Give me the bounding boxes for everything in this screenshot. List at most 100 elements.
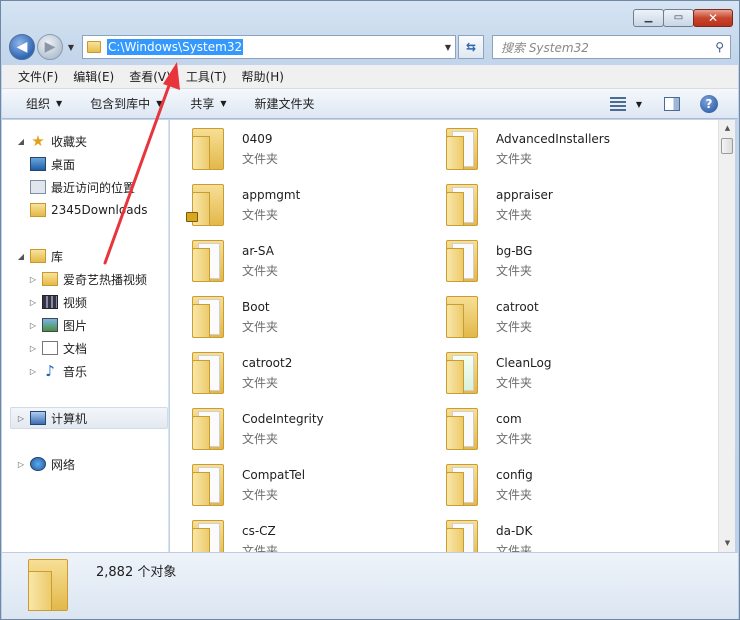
folder-name: com xyxy=(496,412,522,426)
folder-type: 文件夹 xyxy=(496,208,533,222)
expand-arrow-icon[interactable]: ▷ xyxy=(28,344,38,353)
address-path[interactable]: C:\Windows\System32 xyxy=(107,39,244,55)
refresh-button[interactable]: ⇆ xyxy=(458,35,484,59)
folder-item[interactable]: catroot2 文件夹 xyxy=(170,344,420,400)
folder-icon xyxy=(444,238,480,284)
folder-icon xyxy=(190,294,226,340)
folder-icon xyxy=(87,41,101,53)
recent-places-icon xyxy=(30,180,46,194)
expand-arrow-icon[interactable]: ▷ xyxy=(16,414,26,423)
folder-icon xyxy=(444,350,480,396)
nav-music[interactable]: ▷ ♪ 音乐 xyxy=(28,361,87,381)
chevron-down-icon: ▼ xyxy=(156,99,163,108)
nav-libraries[interactable]: ◢ 库 xyxy=(16,246,63,266)
recent-pages-dropdown[interactable]: ▼ xyxy=(64,43,78,52)
search-input[interactable]: 搜索 System32 xyxy=(501,39,589,56)
folder-item[interactable]: ar-SA 文件夹 xyxy=(170,232,420,288)
nav-pictures[interactable]: ▷ 图片 xyxy=(28,315,87,335)
menu-tools[interactable]: 工具(T) xyxy=(186,68,227,85)
folder-item[interactable]: 0409 文件夹 xyxy=(170,120,420,176)
preview-pane-icon[interactable] xyxy=(664,97,680,111)
address-dropdown-icon[interactable]: ▼ xyxy=(441,43,455,52)
menu-view[interactable]: 查看(V) xyxy=(129,68,171,85)
nav-network[interactable]: ▷ 网络 xyxy=(16,454,75,474)
folder-item[interactable]: bg-BG 文件夹 xyxy=(424,232,674,288)
computer-icon xyxy=(30,411,46,425)
nav-iqiyi[interactable]: ▷ 爱奇艺热播视频 xyxy=(28,269,147,289)
menu-help[interactable]: 帮助(H) xyxy=(242,68,284,85)
folder-item[interactable]: appraiser 文件夹 xyxy=(424,176,674,232)
scroll-thumb[interactable] xyxy=(721,138,733,154)
menu-bar: 文件(F) 编辑(E) 查看(V) 工具(T) 帮助(H) xyxy=(2,65,738,89)
vertical-scrollbar[interactable]: ▲ ▼ xyxy=(718,120,735,552)
minimize-button[interactable]: ▁ xyxy=(633,9,664,27)
expand-toggle-icon[interactable]: ◢ xyxy=(16,252,26,261)
nav-computer[interactable]: ▷ 计算机 xyxy=(16,408,87,428)
folder-item[interactable]: catroot 文件夹 xyxy=(424,288,674,344)
forward-button[interactable]: ▶ xyxy=(37,34,63,60)
video-icon xyxy=(42,295,58,309)
folder-icon xyxy=(186,182,226,228)
folder-type: 文件夹 xyxy=(496,488,533,502)
nav-documents[interactable]: ▷ 文档 xyxy=(28,338,87,358)
folder-icon xyxy=(444,182,480,228)
folder-icon xyxy=(444,126,480,172)
expand-arrow-icon[interactable]: ▷ xyxy=(28,367,38,376)
expand-arrow-icon[interactable]: ▷ xyxy=(28,275,38,284)
network-icon xyxy=(30,457,46,471)
folder-item[interactable]: cs-CZ 文件夹 xyxy=(170,512,420,552)
close-button[interactable]: ✕ xyxy=(693,9,733,27)
expand-arrow-icon[interactable]: ▷ xyxy=(28,298,38,307)
chevron-down-icon: ▼ xyxy=(56,99,63,108)
expand-arrow-icon[interactable]: ▷ xyxy=(28,321,38,330)
share-button[interactable]: 共享 ▼ xyxy=(190,95,226,112)
library-icon xyxy=(30,249,46,263)
change-view-icon[interactable] xyxy=(609,97,626,111)
folder-item[interactable]: da-DK 文件夹 xyxy=(424,512,674,552)
expand-toggle-icon[interactable]: ◢ xyxy=(16,137,26,146)
expand-arrow-icon[interactable]: ▷ xyxy=(16,460,26,469)
new-folder-button[interactable]: 新建文件夹 xyxy=(255,95,315,112)
folder-name: AdvancedInstallers xyxy=(496,132,610,146)
folder-icon xyxy=(444,462,480,508)
folder-item[interactable]: CodeIntegrity 文件夹 xyxy=(170,400,420,456)
folder-type: 文件夹 xyxy=(496,152,533,166)
folder-type: 文件夹 xyxy=(496,376,533,390)
nav-recent[interactable]: 最近访问的位置 xyxy=(26,177,135,197)
folder-item[interactable]: appmgmt 文件夹 xyxy=(170,176,420,232)
folder-icon xyxy=(30,203,46,217)
nav-videos[interactable]: ▷ 视频 xyxy=(28,292,87,312)
navigation-bar: ◀ ▶ ▼ C:\Windows\System32 ▼ ⇆ 搜索 System3… xyxy=(9,33,731,61)
folder-item[interactable]: config 文件夹 xyxy=(424,456,674,512)
folder-item[interactable]: CleanLog 文件夹 xyxy=(424,344,674,400)
folder-item[interactable]: com 文件夹 xyxy=(424,400,674,456)
nav-label: 图片 xyxy=(63,318,88,333)
scroll-down-icon[interactable]: ▼ xyxy=(719,535,736,552)
folder-name: 0409 xyxy=(242,132,273,146)
organize-button[interactable]: 组织 ▼ xyxy=(26,95,62,112)
back-button[interactable]: ◀ xyxy=(9,34,35,60)
nav-favorites[interactable]: ◢ ★ 收藏夹 xyxy=(16,131,87,151)
view-dropdown-icon[interactable]: ▼ xyxy=(636,100,642,109)
folder-icon xyxy=(190,238,226,284)
nav-label: 计算机 xyxy=(51,411,88,426)
maximize-icon: ▭ xyxy=(673,12,684,23)
folder-item[interactable]: AdvancedInstallers 文件夹 xyxy=(424,120,674,176)
nav-label: 音乐 xyxy=(63,364,88,379)
nav-desktop[interactable]: 桌面 xyxy=(26,154,75,174)
address-bar[interactable]: C:\Windows\System32 ▼ xyxy=(82,35,456,59)
include-in-library-button[interactable]: 包含到库中 ▼ xyxy=(90,95,162,112)
folder-item[interactable]: Boot 文件夹 xyxy=(170,288,420,344)
maximize-button[interactable]: ▭ xyxy=(663,9,694,27)
navigation-pane: ◢ ★ 收藏夹 桌面 最近访问的位置 2345Downloads ◢ 库 ▷ 爱奇艺热播… xyxy=(2,120,169,552)
folder-item[interactable]: CompatTel 文件夹 xyxy=(170,456,420,512)
new-folder-label: 新建文件夹 xyxy=(254,97,315,111)
nav-downloads[interactable]: 2345Downloads xyxy=(26,200,147,220)
scroll-up-icon[interactable]: ▲ xyxy=(719,120,736,137)
help-icon[interactable]: ? xyxy=(700,95,718,113)
menu-edit[interactable]: 编辑(E) xyxy=(73,68,114,85)
search-icon[interactable]: ⚲ xyxy=(715,40,724,54)
menu-file[interactable]: 文件(F) xyxy=(18,68,58,85)
search-box[interactable]: 搜索 System32 ⚲ xyxy=(492,35,731,59)
folder-icon xyxy=(190,462,226,508)
